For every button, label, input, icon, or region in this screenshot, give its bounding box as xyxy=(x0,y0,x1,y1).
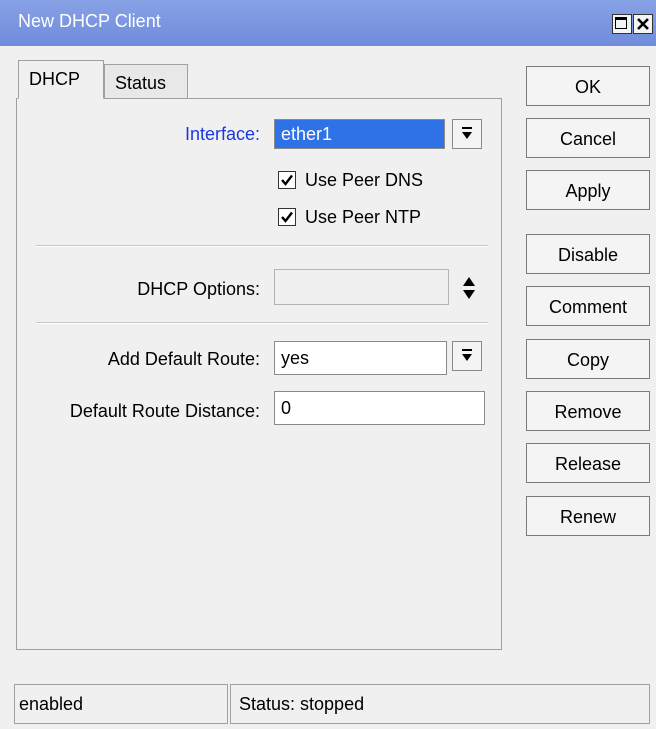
title-bar[interactable]: New DHCP Client xyxy=(0,0,656,46)
ok-button[interactable]: OK xyxy=(526,66,650,106)
separator xyxy=(36,322,488,324)
checkmark-icon xyxy=(281,211,293,223)
cancel-button[interactable]: Cancel xyxy=(526,118,650,158)
status-text: Status: stopped xyxy=(230,684,650,724)
dropdown-arrow-icon xyxy=(462,127,472,139)
add-default-route-dropdown-button[interactable] xyxy=(452,341,482,371)
release-button[interactable]: Release xyxy=(526,443,650,483)
close-icon[interactable] xyxy=(633,14,653,34)
use-peer-ntp-label: Use Peer NTP xyxy=(305,207,422,227)
apply-button[interactable]: Apply xyxy=(526,170,650,210)
tab-status[interactable]: Status xyxy=(104,64,188,100)
tab-dhcp[interactable]: DHCP xyxy=(18,60,104,99)
use-peer-dns-label: Use Peer DNS xyxy=(305,170,424,190)
use-peer-ntp-checkbox[interactable] xyxy=(278,208,296,226)
disable-button[interactable]: Disable xyxy=(526,234,650,274)
add-default-route-field[interactable]: yes xyxy=(274,341,447,375)
renew-button[interactable]: Renew xyxy=(526,496,650,536)
interface-dropdown-button[interactable] xyxy=(452,119,482,149)
default-route-distance-label: Default Route Distance: xyxy=(69,401,260,421)
checkmark-icon xyxy=(281,174,293,186)
dropdown-arrow-icon xyxy=(462,349,472,361)
remove-button[interactable]: Remove xyxy=(526,391,650,431)
interface-label: Interface: xyxy=(184,124,260,144)
maximize-icon[interactable] xyxy=(612,14,632,34)
dhcp-options-label: DHCP Options: xyxy=(137,279,260,299)
separator xyxy=(36,245,488,247)
default-route-distance-field[interactable]: 0 xyxy=(274,391,485,425)
window-title: New DHCP Client xyxy=(18,11,161,31)
up-down-arrow-icon[interactable] xyxy=(462,276,476,300)
comment-button[interactable]: Comment xyxy=(526,286,650,326)
interface-field[interactable]: ether1 xyxy=(274,119,445,149)
status-state: enabled xyxy=(14,684,228,724)
dhcp-client-window: New DHCP Client DHCP Status Interface: e… xyxy=(0,0,656,729)
dhcp-options-field[interactable] xyxy=(274,269,449,305)
add-default-route-label: Add Default Route: xyxy=(107,349,260,369)
use-peer-dns-checkbox[interactable] xyxy=(278,171,296,189)
copy-button[interactable]: Copy xyxy=(526,339,650,379)
